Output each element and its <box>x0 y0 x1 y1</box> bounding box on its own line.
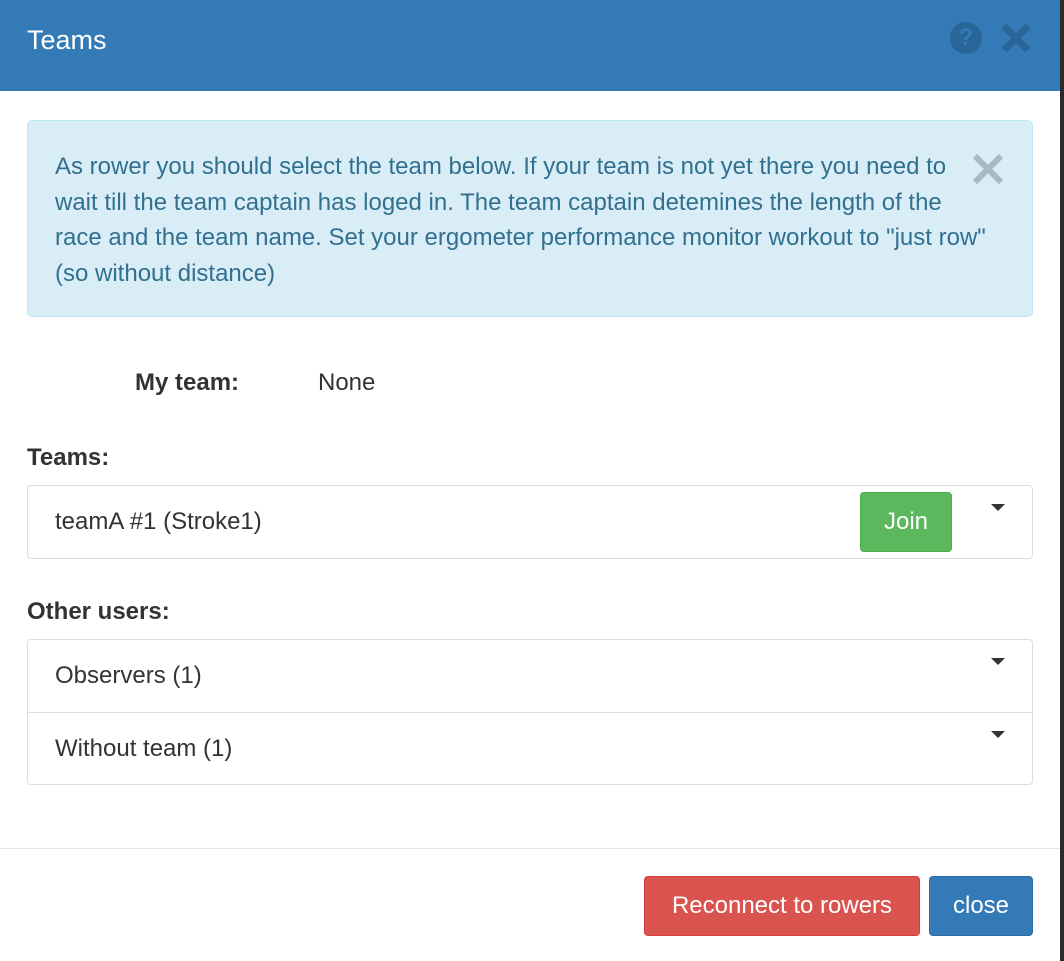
my-team-label: My team: <box>135 369 240 396</box>
team-row[interactable]: teamA #1 (Stroke1) Join <box>28 486 1032 558</box>
close-button[interactable]: close <box>929 876 1033 936</box>
dialog-header: Teams ? <box>0 0 1060 91</box>
close-icon[interactable] <box>996 18 1036 58</box>
other-users-label: Other users: <box>27 598 170 625</box>
teams-panel: teamA #1 (Stroke1) Join <box>27 485 1033 559</box>
other-users-panel: Observers (1) Without team (1) <box>27 639 1033 785</box>
chevron-down-icon[interactable] <box>991 504 1005 511</box>
without-team-row[interactable]: Without team (1) <box>28 712 1032 784</box>
dialog-title: Teams <box>27 25 107 55</box>
question-circle-icon[interactable]: ? <box>950 22 982 54</box>
observers-label: Observers (1) <box>55 662 202 689</box>
join-button[interactable]: Join <box>860 492 952 552</box>
teams-label: Teams: <box>27 444 110 471</box>
chevron-down-icon[interactable] <box>991 731 1005 738</box>
my-team-value: None <box>318 369 376 396</box>
info-alert-text: As rower you should select the team belo… <box>55 153 986 287</box>
background-edge <box>1060 0 1064 961</box>
without-team-label: Without team (1) <box>55 735 233 762</box>
observers-row[interactable]: Observers (1) <box>28 640 1032 712</box>
teams-dialog: Teams ? As rower you should select the t… <box>0 0 1060 961</box>
chevron-down-icon[interactable] <box>991 658 1005 665</box>
footer-divider <box>0 848 1060 849</box>
reconnect-button[interactable]: Reconnect to rowers <box>644 876 920 936</box>
info-alert: As rower you should select the team belo… <box>27 120 1033 317</box>
team-name: teamA #1 (Stroke1) <box>55 508 262 535</box>
alert-close-icon[interactable] <box>971 152 1005 186</box>
